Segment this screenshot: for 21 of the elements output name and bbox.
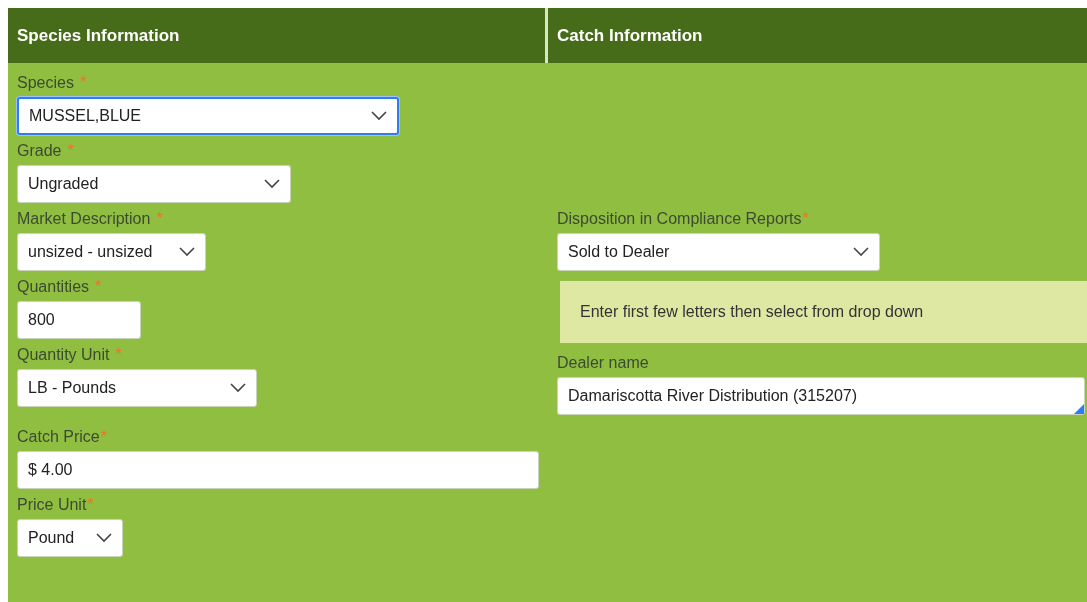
section-title: Species Information	[17, 25, 180, 46]
field-label: Grade *	[17, 141, 74, 161]
input-field[interactable]: $ 4.00	[17, 451, 539, 489]
field-label: Dealer name	[557, 353, 649, 373]
field-label: Quantities *	[17, 277, 102, 297]
dropdown-field[interactable]: Pound	[17, 519, 123, 557]
section-title: Catch Information	[557, 25, 703, 46]
hint-text: Enter first few letters then select from drop down	[580, 303, 924, 321]
input-field[interactable]: Damariscotta River Distribution (315207)	[557, 377, 1085, 415]
field-label: Price Unit*	[17, 495, 94, 515]
dropdown-field[interactable]: unsized - unsized	[17, 233, 206, 271]
field-label: Disposition in Compliance Reports*	[557, 209, 809, 229]
dropdown-field[interactable]: LB - Pounds	[17, 369, 257, 407]
field-label: Catch Price*	[17, 427, 107, 447]
field-label: Market Description *	[17, 209, 163, 229]
field-label: Species *	[17, 73, 87, 93]
field-label: Quantity Unit *	[17, 345, 122, 365]
input-field[interactable]: 800	[17, 301, 141, 339]
dropdown-field[interactable]: Sold to Dealer	[557, 233, 880, 271]
dropdown-field[interactable]: Ungraded	[17, 165, 291, 203]
dropdown-field[interactable]: MUSSEL,BLUE	[17, 97, 399, 135]
